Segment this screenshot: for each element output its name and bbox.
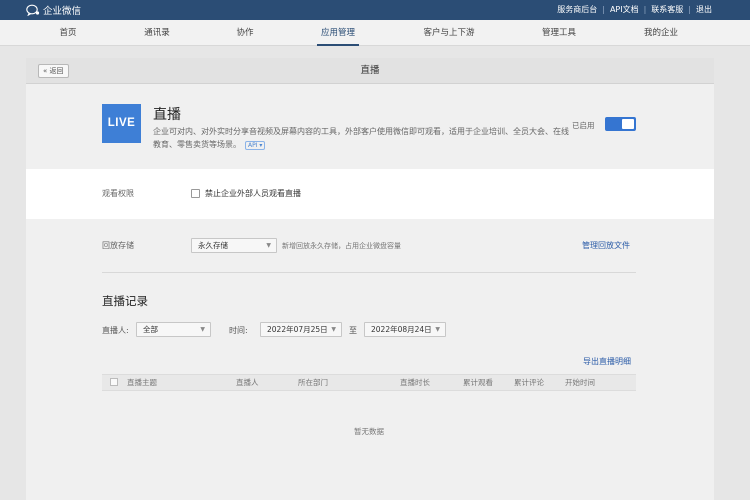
nav-admin-tools[interactable]: 管理工具 — [542, 20, 576, 46]
col-total-comments[interactable]: 累计评论 — [514, 375, 544, 390]
playback-storage-select[interactable]: 永久存储 ▼ — [191, 238, 277, 253]
col-host[interactable]: 直播人 — [236, 375, 259, 390]
enabled-status-label: 已启用 — [572, 121, 595, 130]
nav-app-management[interactable]: 应用管理 — [316, 20, 360, 46]
chevron-down-icon: ▼ — [200, 326, 205, 333]
host-filter-value: 全部 — [143, 325, 158, 334]
time-filter-label: 时间: — [229, 326, 248, 335]
enable-toggle[interactable] — [605, 117, 636, 131]
manage-playback-link[interactable]: 管理回放文件 — [582, 240, 630, 251]
app-description: 企业可对内、对外实时分享音视频及屏幕内容的工具，外部客户使用微信即可观看，适用于… — [153, 125, 573, 151]
contact-support-link[interactable]: 联系客服 — [651, 4, 683, 15]
col-total-views[interactable]: 累计观看 — [463, 375, 493, 390]
date-from-value: 2022年07月25日 — [267, 325, 328, 334]
chevron-down-icon: ▼ — [331, 326, 336, 333]
col-department[interactable]: 所在部门 — [298, 375, 328, 390]
date-to-select[interactable]: 2022年08月24日 ▼ — [364, 322, 446, 337]
api-docs-link[interactable]: API文档 — [610, 4, 639, 15]
export-records-link[interactable]: 导出直播明细 — [583, 356, 631, 367]
separator: | — [643, 5, 647, 14]
brand-logo[interactable]: 企业微信 — [26, 3, 81, 17]
col-start-time[interactable]: 开始时间 — [565, 375, 595, 390]
records-title: 直播记录 — [102, 294, 148, 308]
watch-permission-card: 观看权限 禁止企业外部人员观看直播 — [26, 169, 714, 219]
date-to-value: 2022年08月24日 — [371, 325, 432, 334]
nav-contacts[interactable]: 通讯录 — [144, 20, 170, 46]
chevron-down-icon: ▼ — [266, 242, 271, 249]
records-table-header: 直播主题 直播人 所在部门 直播时长 累计观看 累计评论 开始时间 — [102, 374, 636, 391]
top-links: 服务商后台 | API文档 | 联系客服 | 退出 — [557, 4, 712, 15]
nav-my-enterprise[interactable]: 我的企业 — [644, 20, 678, 46]
playback-storage-label: 回放存储 — [102, 241, 134, 250]
wework-logo-icon — [26, 4, 40, 16]
col-topic[interactable]: 直播主题 — [127, 375, 157, 390]
empty-state-text: 暂无数据 — [354, 427, 384, 436]
select-all-checkbox[interactable] — [110, 378, 118, 386]
separator: | — [602, 5, 605, 14]
playback-storage-value: 永久存储 — [198, 241, 228, 250]
main-nav: 首页 通讯录 协作 应用管理 客户与上下游 管理工具 我的企业 — [0, 20, 750, 46]
nav-customers[interactable]: 客户与上下游 — [423, 20, 474, 46]
provider-backend-link[interactable]: 服务商后台 — [557, 4, 597, 15]
chevron-down-icon: ▼ — [435, 326, 440, 333]
host-filter-select[interactable]: 全部 ▼ — [136, 322, 211, 337]
panel-title: 直播 — [360, 65, 380, 76]
nav-collaboration[interactable]: 协作 — [236, 20, 253, 46]
nav-home[interactable]: 首页 — [59, 20, 76, 46]
panel-header: 直播 « 返回 — [26, 58, 714, 84]
brand-name: 企业微信 — [43, 6, 82, 17]
host-filter-label: 直播人: — [102, 326, 129, 335]
app-detail-panel: 直播 « 返回 LIVE 直播 企业可对内、对外实时分享音视频及屏幕内容的工具，… — [26, 58, 714, 500]
separator: | — [688, 5, 691, 14]
block-external-checkbox[interactable] — [191, 189, 200, 198]
api-badge[interactable]: API ▾ — [245, 141, 266, 150]
app-name: 直播 — [153, 107, 181, 123]
block-external-label[interactable]: 禁止企业外部人员观看直播 — [205, 188, 301, 199]
playback-storage-hint: 新增回放永久存储，占用企业微盘容量 — [282, 242, 401, 250]
divider — [102, 272, 636, 273]
logout-link[interactable]: 退出 — [696, 4, 712, 15]
watch-permission-label: 观看权限 — [102, 189, 134, 198]
col-duration[interactable]: 直播时长 — [400, 375, 430, 390]
app-description-text: 企业可对内、对外实时分享音视频及屏幕内容的工具，外部客户使用微信即可观看，适用于… — [153, 127, 569, 149]
toggle-knob — [622, 119, 634, 129]
top-bar: 企业微信 服务商后台 | API文档 | 联系客服 | 退出 — [0, 0, 750, 20]
date-from-select[interactable]: 2022年07月25日 ▼ — [260, 322, 342, 337]
live-app-icon: LIVE — [102, 104, 141, 143]
back-button[interactable]: « 返回 — [38, 64, 69, 78]
to-label: 至 — [349, 326, 357, 335]
